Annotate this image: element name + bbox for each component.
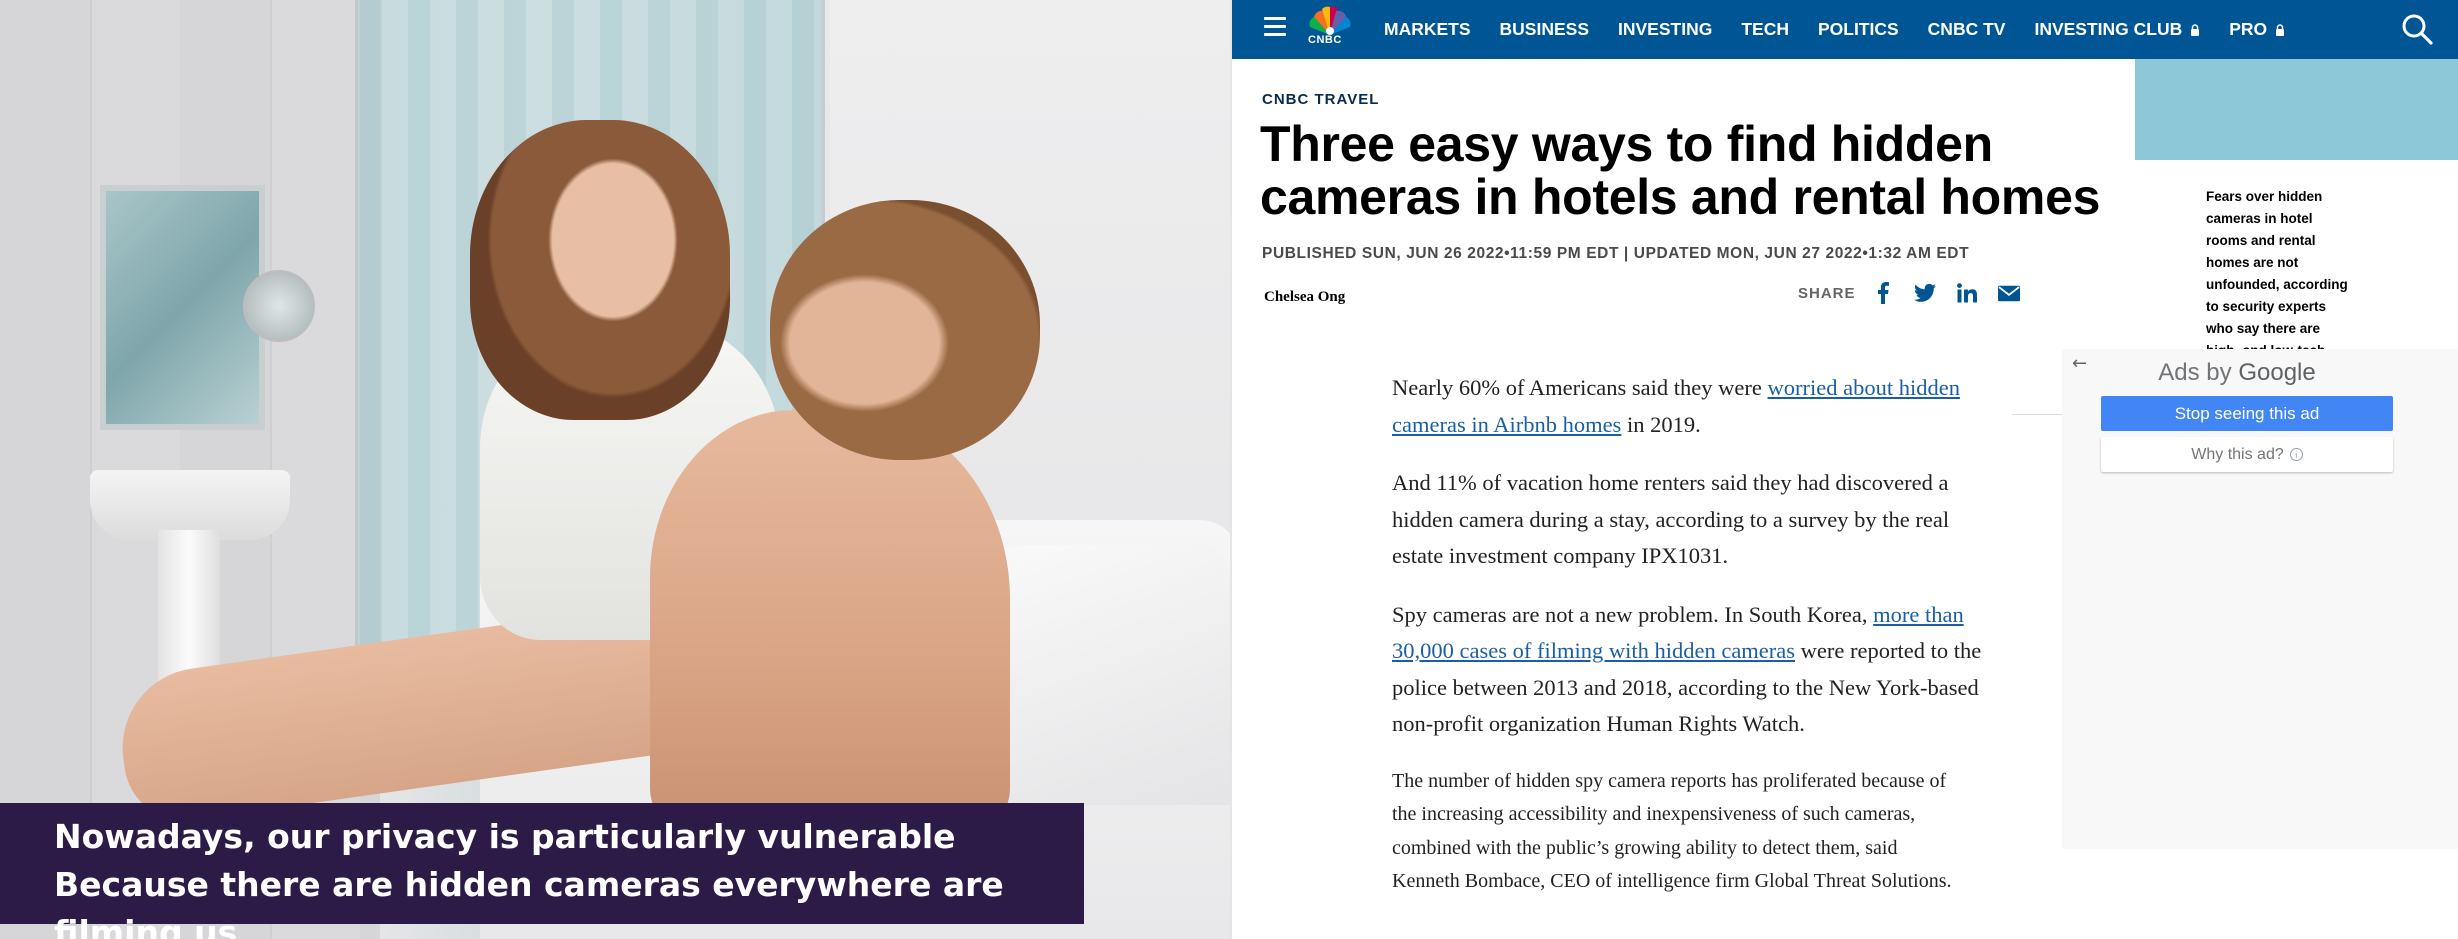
nav-item-investing-club[interactable]: INVESTING CLUB (2034, 19, 2200, 40)
google-ad-panel: ← Ads by Google Stop seeing this ad Why … (2062, 349, 2458, 849)
nav-item-business[interactable]: BUSINESS (1500, 19, 1589, 40)
article-headline: Three easy ways to find hidden cameras i… (1260, 116, 2101, 225)
why-this-ad-label: Why this ad? (2191, 445, 2284, 463)
twitter-icon[interactable] (1913, 282, 1936, 304)
info-icon: i (2289, 448, 2303, 461)
author-name[interactable]: Chelsea Ong (1264, 289, 1345, 306)
nav-item-label: MARKETS (1384, 19, 1471, 39)
nav-item-label: CNBC TV (1927, 19, 2006, 39)
ad-banner-top[interactable] (2135, 59, 2458, 160)
top-nav-bar: CNBC MARKETS BUSINESS INVESTING TECH POLITIC… (1232, 0, 2458, 59)
nav-item-pro[interactable]: PRO (2229, 19, 2285, 40)
paragraph-3: Spy cameras are not a new problem. In So… (1392, 597, 1992, 743)
photo-caption: Nowadays, our privacy is particularly vu… (0, 803, 1084, 939)
nav-item-cnbc-tv[interactable]: CNBC TV (1928, 19, 2006, 40)
promo-photo: Nowadays, our privacy is particularly vu… (0, 0, 1230, 939)
nav-item-tech[interactable]: TECH (1741, 19, 1789, 40)
nav-item-label: TECH (1741, 19, 1789, 39)
lock-icon (2276, 23, 2285, 36)
why-this-ad-button[interactable]: Why this ad? i (2101, 437, 2393, 472)
bathroom-mirror (100, 185, 265, 430)
nav-item-investing[interactable]: INVESTING (1618, 19, 1712, 40)
paragraph-1-text: Nearly 60% of Americans said they were (1392, 375, 1768, 400)
paragraph-4: The number of hidden spy camera reports … (1392, 769, 1952, 893)
caption-line-1: Nowadays, our privacy is particularly vu… (54, 817, 956, 856)
share-bar: SHARE (1798, 282, 2040, 304)
woman-head (470, 120, 730, 420)
nav-menu: MARKETS BUSINESS INVESTING TECH POLITICS CNBC… (1384, 0, 2314, 59)
article-body: Nearly 60% of Americans said they were w… (1392, 370, 1992, 921)
nav-item-label: POLITICS (1817, 19, 1899, 39)
nav-item-label: INVESTING CLUB (2034, 19, 2183, 39)
nav-item-label: BUSINESS (1499, 19, 1589, 39)
logo-wordmark: CNBC (1308, 34, 1342, 46)
email-icon[interactable] (1997, 282, 2020, 304)
round-vanity-mirror (243, 270, 315, 342)
google-wordmark: Google (2238, 359, 2316, 386)
cnbc-article-page: CNBC MARKETS BUSINESS INVESTING TECH POLITIC… (1232, 0, 2458, 939)
caption-line-2: Because there are hidden cameras everywh… (54, 865, 1004, 939)
sidebar-key-points: Fears over hidden cameras in hotel rooms… (2206, 189, 2348, 356)
nav-item-markets[interactable]: MARKETS (1384, 19, 1471, 40)
man-head (770, 200, 1040, 460)
stop-seeing-ad-button[interactable]: Stop seeing this ad (2101, 396, 2393, 431)
hamburger-menu-icon[interactable] (1264, 17, 1286, 36)
ads-by-prefix: Ads by (2158, 359, 2239, 386)
search-icon[interactable] (2400, 12, 2434, 46)
ads-by-google: Ads by Google (2062, 359, 2412, 387)
share-label: SHARE (1798, 284, 1856, 302)
paragraph-1-tail: in 2019. (1621, 411, 1701, 437)
nav-item-politics[interactable]: POLITICS (1818, 19, 1899, 40)
linkedin-icon[interactable] (1956, 282, 1978, 304)
paragraph-2: And 11% of vacation home renters said th… (1392, 470, 1950, 568)
nav-item-label: PRO (2229, 19, 2268, 39)
article-dateline: PUBLISHED SUN, JUN 26 2022•11:59 PM EDT … (1262, 245, 1970, 262)
paragraph-1: Nearly 60% of Americans said they were w… (1392, 370, 1992, 443)
lock-icon (2191, 23, 2200, 36)
section-label[interactable]: CNBC TRAVEL (1262, 91, 1379, 108)
facebook-icon[interactable] (1872, 282, 1894, 304)
man-torso (650, 410, 1010, 830)
nav-item-label: INVESTING (1618, 19, 1713, 39)
paragraph-3-text: Spy cameras are not a new problem. In So… (1392, 601, 1874, 627)
